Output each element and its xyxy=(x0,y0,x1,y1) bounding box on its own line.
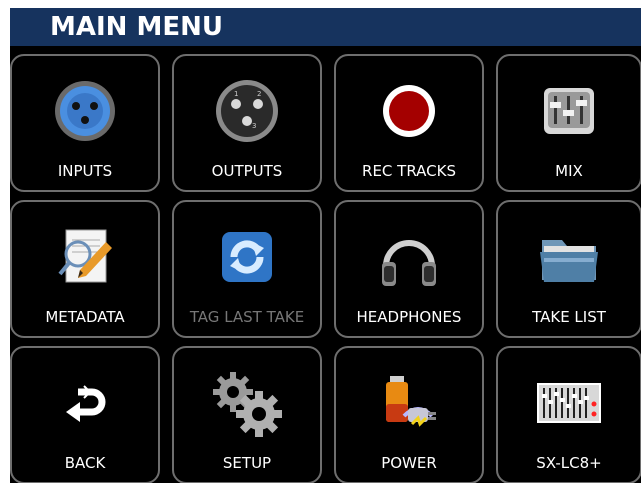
menu-tile-take-list[interactable]: TAKE LIST xyxy=(496,200,641,338)
device-screen: MAIN MENU INPUTS 1 2 3 OUTPUTS REC TRACK… xyxy=(10,8,641,483)
menu-tile-rec-tracks[interactable]: REC TRACKS xyxy=(334,54,484,192)
record-icon xyxy=(369,76,449,146)
menu-tile-headphones[interactable]: HEADPHONES xyxy=(334,200,484,338)
menu-tile-outputs[interactable]: 1 2 3 OUTPUTS xyxy=(172,54,322,192)
refresh-arrows-icon xyxy=(207,222,287,292)
battery-plug-icon xyxy=(369,368,449,438)
mixer-faders-icon xyxy=(529,76,609,146)
tile-label: TAKE LIST xyxy=(532,308,606,326)
menu-tile-metadata[interactable]: METADATA xyxy=(10,200,160,338)
tile-label: REC TRACKS xyxy=(362,162,456,180)
menu-tile-setup[interactable]: SETUP xyxy=(172,346,322,483)
control-surface-icon xyxy=(529,368,609,438)
menu-tile-sx-lc8[interactable]: SX-LC8+ xyxy=(496,346,641,483)
tile-label: MIX xyxy=(555,162,583,180)
page-title: MAIN MENU xyxy=(50,12,223,42)
tile-label: OUTPUTS xyxy=(211,162,283,180)
menu-tile-back[interactable]: BACK xyxy=(10,346,160,483)
tile-label: INPUTS xyxy=(57,162,113,180)
svg-text:1: 1 xyxy=(234,90,238,98)
xlr-female-icon xyxy=(45,76,125,146)
menu-tile-mix[interactable]: MIX xyxy=(496,54,641,192)
metadata-pencil-icon xyxy=(45,222,125,292)
menu-tile-power[interactable]: POWER xyxy=(334,346,484,483)
tile-label: BACK xyxy=(64,454,106,472)
xlr-male-icon: 1 2 3 xyxy=(207,76,287,146)
svg-text:3: 3 xyxy=(252,122,256,130)
tile-label: SX-LC8+ xyxy=(536,454,602,472)
headphones-icon xyxy=(369,222,449,292)
tile-label: METADATA xyxy=(45,308,125,326)
menu-tile-inputs[interactable]: INPUTS xyxy=(10,54,160,192)
tile-label: POWER xyxy=(381,454,437,472)
svg-text:2: 2 xyxy=(257,90,261,98)
title-bar: MAIN MENU xyxy=(10,8,641,46)
tile-label: TAG LAST TAKE xyxy=(189,308,305,326)
back-arrow-icon xyxy=(45,368,125,438)
tile-label: SETUP xyxy=(222,454,272,472)
gears-icon xyxy=(207,368,287,438)
tile-label: HEADPHONES xyxy=(356,308,462,326)
menu-tile-tag-last-take: TAG LAST TAKE xyxy=(172,200,322,338)
folder-icon xyxy=(529,222,609,292)
